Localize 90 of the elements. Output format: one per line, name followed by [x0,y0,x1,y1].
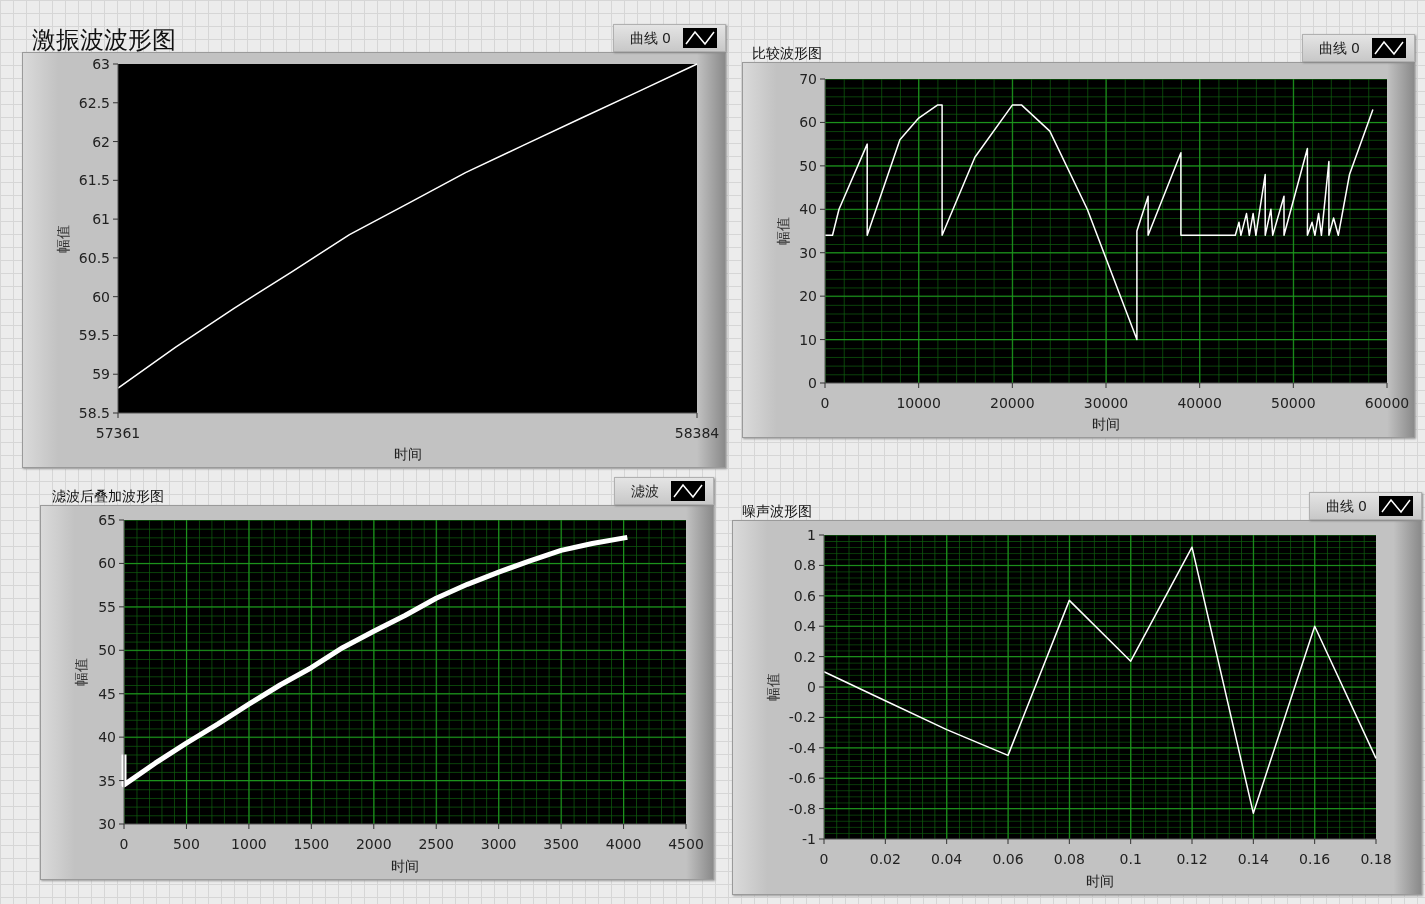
tick-label: 0.04 [931,851,963,867]
axis-title: 幅值 [775,217,791,245]
tick-label: -0.4 [788,739,816,756]
tick-label: 60000 [1364,395,1410,411]
tick-label: 4500 [668,836,704,852]
tick-label: 57361 [95,425,141,441]
chart-title: 比较波形图 [752,46,822,60]
chart-title: 噪声波形图 [742,504,812,518]
tick-label: 0.18 [1360,851,1392,867]
tick-label: 0 [819,851,829,867]
tick-label: 60.5 [78,249,110,266]
tick-label: 1500 [293,836,330,852]
axis-title: 幅值 [765,673,781,701]
line-sample-icon [683,28,717,48]
axis-title: 时间 [393,446,422,462]
tick-label: 0.06 [992,851,1024,867]
tick-label: 0.8 [793,557,816,574]
tick-label: 30 [98,816,116,832]
tick-label: 58.5 [78,405,110,421]
tick-label: 10000 [896,395,941,411]
tick-label: -0.2 [788,709,816,726]
tick-label: -0.8 [788,800,816,817]
tick-label: -0.6 [788,770,816,787]
tick-label: 1000 [231,836,267,852]
tick-label: 0.16 [1299,851,1331,867]
chart-title: 滤波后叠加波形图 [52,489,164,503]
tick-label: 500 [173,836,200,852]
tick-label: 0.1 [1119,851,1142,867]
tick-label: 59 [92,366,110,383]
legend-label: 曲线 0 [1325,496,1367,516]
tick-label: 30000 [1083,395,1129,411]
legend-label: 曲线 0 [629,28,671,48]
tick-label: 0 [820,395,830,411]
tick-label: 50000 [1271,395,1316,411]
tick-label: 40000 [1177,395,1222,411]
tick-label: 0.6 [793,587,816,604]
tick-label: 40 [799,201,817,218]
line-sample-icon [671,481,705,501]
tick-label: 60 [92,288,110,305]
tick-label: 1 [807,527,816,543]
plot-legend[interactable]: 曲线 0 [1308,492,1422,520]
tick-label: 4000 [605,836,642,852]
tick-label: 62.5 [78,94,110,111]
tick-label: 0.14 [1237,851,1269,867]
tick-label: 70 [799,71,817,87]
tick-label: 40 [98,729,116,746]
tick-label: 0 [807,679,816,695]
tick-label: 0.4 [793,618,816,635]
tick-label: 60 [799,114,817,131]
line-sample-icon [1379,496,1413,516]
tick-label: 3500 [543,836,579,852]
tick-label: 50 [799,157,817,174]
plot-legend[interactable]: 滤波 [614,477,714,505]
tick-label: 10 [799,331,817,348]
tick-label: 0 [808,375,817,391]
axis-title: 时间 [1092,416,1120,432]
tick-label: 0.02 [869,851,901,867]
tick-label: 0.12 [1176,851,1208,867]
tick-label: 63 [92,56,110,72]
tick-label: 50 [98,642,116,659]
tick-label: 3000 [480,836,517,852]
line-sample-icon [1372,38,1406,58]
tick-label: 58384 [674,425,720,441]
plot-legend[interactable]: 曲线 0 [1301,34,1415,62]
tick-label: 0 [119,836,129,852]
tick-label: 0.08 [1053,851,1085,867]
tick-label: 59.5 [78,327,110,344]
tick-label: 61 [92,211,110,228]
chart-title: 激振波波形图 [32,28,176,52]
tick-label: 45 [98,685,116,702]
legend-label: 滤波 [631,481,659,501]
plot-legend[interactable]: 曲线 0 [612,24,726,52]
axis-title: 时间 [391,858,419,874]
tick-label: 55 [98,598,116,615]
tick-label: 35 [98,772,116,789]
axis-title: 时间 [1086,873,1114,889]
tick-label: 2000 [355,836,392,852]
legend-label: 曲线 0 [1318,38,1360,58]
axis-title: 幅值 [73,658,89,686]
tick-label: 20 [799,288,817,305]
axis-title: 幅值 [55,224,71,253]
tick-label: 30 [799,244,817,261]
tick-label: -1 [802,831,816,847]
tick-label: 2500 [418,836,455,852]
tick-label: 20000 [990,395,1035,411]
tick-label: 60 [98,555,116,572]
tick-label: 0.2 [793,648,816,665]
tick-label: 61.5 [78,172,110,189]
tick-label: 62 [92,133,110,150]
tick-label: 65 [98,512,116,528]
